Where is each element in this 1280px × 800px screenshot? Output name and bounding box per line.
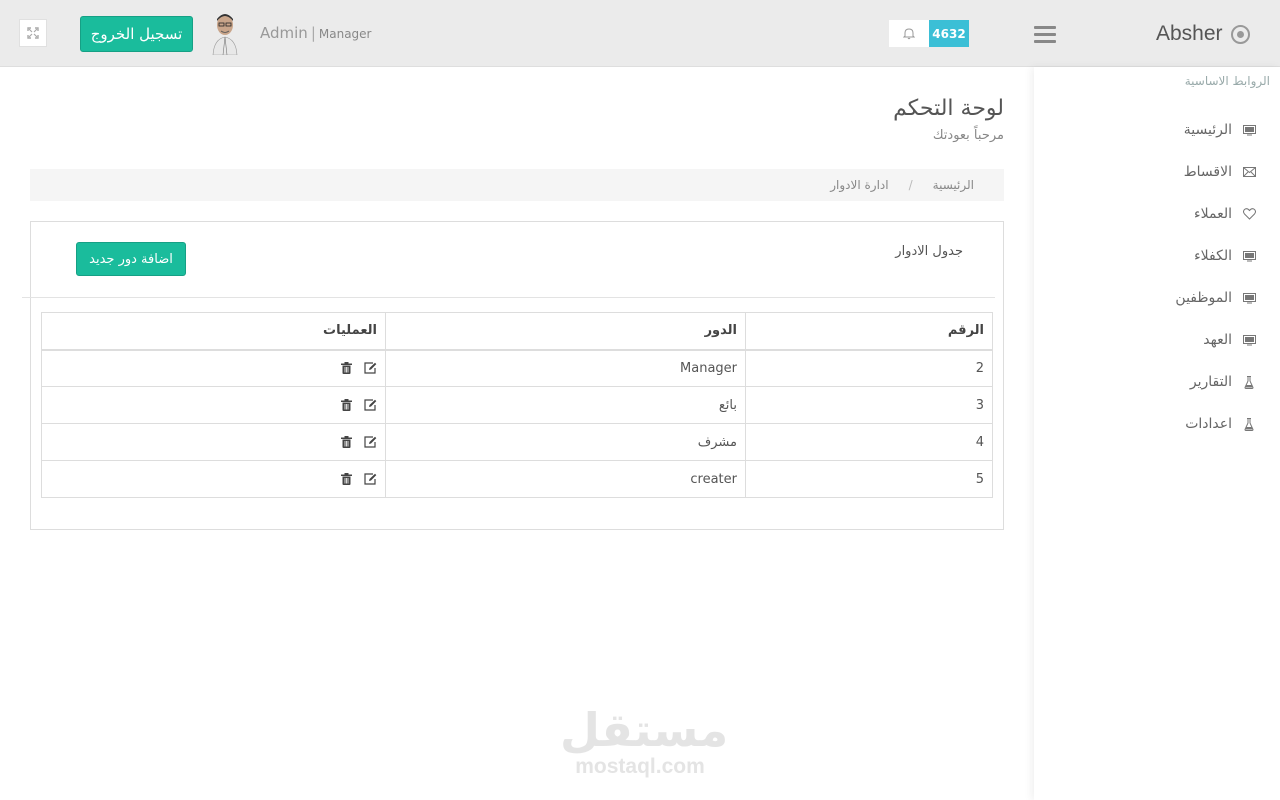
row-number: 3 — [745, 386, 993, 424]
hamburger-line — [1034, 26, 1056, 29]
sidebar-item-label: الكفلاء — [1194, 248, 1232, 264]
target-icon — [1231, 25, 1250, 44]
sidebar-item-label: العملاء — [1194, 206, 1232, 222]
sidebar-item-employees[interactable]: الموظفين — [1175, 286, 1256, 310]
roles-panel: جدول الادوار اضافة دور جديد الرقم الدور … — [22, 221, 1004, 530]
monitor-icon — [1242, 249, 1256, 263]
sidebar-item-settings[interactable]: اعدادات — [1185, 412, 1256, 436]
logout-button[interactable]: تسجيل الخروج — [80, 16, 193, 52]
row-operations — [41, 460, 386, 498]
trash-icon[interactable] — [339, 361, 353, 375]
table-row: 4 مشرف — [41, 423, 993, 461]
sidebar: الروابط الاساسية الرئيسية الاقساط العملا… — [1034, 67, 1280, 800]
row-number: 5 — [745, 460, 993, 498]
panel-divider — [22, 297, 995, 298]
sidebar-item-label: التقارير — [1189, 374, 1232, 390]
sidebar-item-home[interactable]: الرئيسية — [1184, 118, 1256, 142]
trash-icon[interactable] — [339, 472, 353, 486]
envelope-icon — [1242, 165, 1256, 179]
page-title: لوحة التحكم — [893, 96, 1004, 121]
user-separator: | — [310, 24, 316, 42]
sidebar-item-label: اعدادات — [1185, 416, 1232, 432]
breadcrumb-home-link[interactable]: الرئيسية — [933, 178, 974, 192]
hamburger-line — [1034, 40, 1056, 43]
sidebar-item-custody[interactable]: العهد — [1203, 328, 1256, 352]
row-number: 4 — [745, 423, 993, 461]
table-row: 3 بائع — [41, 386, 993, 424]
breadcrumb-current: ادارة الادوار — [830, 178, 889, 192]
hamburger-line — [1034, 33, 1056, 36]
top-navbar: تسجيل الخروج Admin | Manager 4632 Absher — [0, 0, 1280, 67]
row-role: بائع — [385, 386, 746, 424]
column-header-operations: العمليات — [41, 312, 386, 351]
flask-icon — [1242, 417, 1256, 431]
row-number: 2 — [745, 349, 993, 387]
fullscreen-toggle-button[interactable] — [19, 19, 47, 47]
sidebar-item-label: الاقساط — [1183, 164, 1232, 180]
avatar[interactable] — [210, 13, 240, 55]
bell-icon — [903, 28, 915, 40]
row-role: مشرف — [385, 423, 746, 461]
column-header-number[interactable]: الرقم — [745, 312, 993, 351]
edit-icon[interactable] — [363, 398, 377, 412]
user-name: Admin — [260, 24, 308, 42]
menu-toggle-button[interactable] — [1034, 26, 1056, 43]
expand-icon — [27, 27, 39, 39]
table-header-row: الرقم الدور العمليات — [41, 312, 993, 351]
monitor-icon — [1242, 333, 1256, 347]
row-operations — [41, 349, 386, 387]
table-row: 5 creater — [41, 460, 993, 498]
add-role-button[interactable]: اضافة دور جديد — [76, 242, 186, 276]
notification-count-badge[interactable]: 4632 — [929, 20, 969, 47]
heart-icon — [1242, 207, 1256, 221]
monitor-icon — [1242, 123, 1256, 137]
sidebar-item-installments[interactable]: الاقساط — [1184, 160, 1256, 184]
sidebar-item-clients[interactable]: العملاء — [1194, 202, 1256, 226]
sidebar-item-reports[interactable]: التقارير — [1190, 370, 1256, 394]
row-operations — [41, 386, 386, 424]
user-info[interactable]: Admin | Manager — [260, 24, 371, 42]
trash-icon[interactable] — [339, 398, 353, 412]
sidebar-item-label: الموظفين — [1175, 290, 1232, 306]
page-subtitle: مرحباً بعودتك — [932, 128, 1004, 143]
watermark-arabic: مستقل — [560, 703, 729, 757]
user-role: Manager — [318, 27, 372, 41]
trash-icon[interactable] — [339, 435, 353, 449]
panel-title: جدول الادوار — [895, 244, 963, 259]
row-operations — [41, 423, 386, 461]
flask-icon — [1242, 375, 1256, 389]
edit-icon[interactable] — [363, 361, 377, 375]
breadcrumb-separator: / — [908, 178, 913, 192]
brand-name[interactable]: Absher — [1156, 22, 1223, 46]
notifications-button[interactable] — [889, 20, 929, 47]
edit-icon[interactable] — [363, 435, 377, 449]
roles-table: الرقم الدور العمليات 2 Manager 3 بائع 4 … — [41, 312, 993, 498]
sidebar-item-label: العهد — [1203, 332, 1232, 348]
row-role: creater — [385, 460, 746, 498]
sidebar-item-guarantors[interactable]: الكفلاء — [1194, 244, 1256, 268]
monitor-icon — [1242, 291, 1256, 305]
sidebar-heading: الروابط الاساسية — [1184, 74, 1270, 88]
watermark: مستقل mostaql.com — [560, 703, 729, 779]
breadcrumb: الرئيسية / ادارة الادوار — [30, 169, 1004, 201]
watermark-latin: mostaql.com — [575, 755, 705, 778]
table-row: 2 Manager — [41, 349, 993, 387]
row-role: Manager — [385, 349, 746, 387]
column-header-role[interactable]: الدور — [385, 312, 746, 351]
edit-icon[interactable] — [363, 472, 377, 486]
sidebar-item-label: الرئيسية — [1183, 122, 1232, 138]
